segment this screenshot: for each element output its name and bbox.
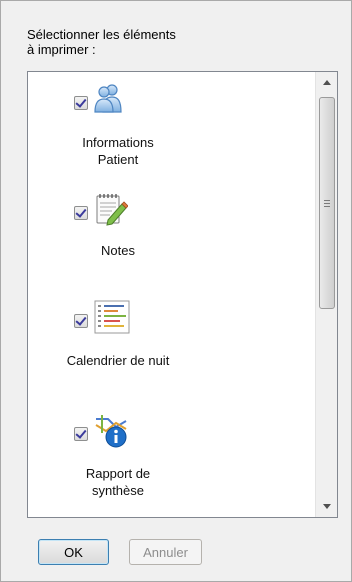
list-item-informations-patient[interactable]: Informations Patient bbox=[28, 82, 208, 174]
patient-icon bbox=[92, 82, 124, 117]
report-icon bbox=[94, 413, 130, 452]
chevron-down-icon bbox=[322, 504, 331, 509]
selection-prompt: Sélectionner les éléments à imprimer : bbox=[27, 27, 176, 57]
print-selection-dialog: Sélectionner les éléments à imprimer : I… bbox=[0, 0, 352, 582]
cancel-button[interactable]: Annuler bbox=[129, 539, 202, 565]
label-rapport-de-synthese: Rapport de synthèse bbox=[85, 466, 151, 498]
checkbox-informations-patient[interactable] bbox=[74, 96, 88, 110]
checkbox-notes[interactable] bbox=[74, 206, 88, 220]
checkbox-rapport-de-synthese[interactable] bbox=[74, 427, 88, 441]
calendar-list-icon bbox=[94, 300, 130, 337]
label-informations-patient: Informations Patient bbox=[82, 135, 154, 167]
scroll-down-button[interactable] bbox=[316, 496, 337, 517]
list-item-rapport-de-synthese[interactable]: Rapport de synthèse bbox=[28, 413, 208, 503]
print-items-list[interactable]: Informations Patient Notes Calendrier de… bbox=[27, 71, 338, 518]
scrollbar-grip bbox=[324, 203, 330, 204]
list-item-notes[interactable]: Notes bbox=[28, 192, 208, 262]
label-notes: Notes bbox=[101, 243, 135, 258]
checkbox-calendrier-de-nuit[interactable] bbox=[74, 314, 88, 328]
chevron-up-icon bbox=[322, 80, 331, 85]
vertical-scrollbar[interactable] bbox=[315, 72, 337, 517]
list-item-calendrier-de-nuit[interactable]: Calendrier de nuit bbox=[28, 300, 208, 375]
notes-icon bbox=[94, 192, 129, 229]
scrollbar-grip bbox=[324, 200, 330, 201]
ok-button[interactable]: OK bbox=[38, 539, 109, 565]
label-calendrier-de-nuit: Calendrier de nuit bbox=[66, 353, 170, 368]
scroll-up-button[interactable] bbox=[316, 72, 337, 93]
scrollbar-thumb[interactable] bbox=[319, 97, 335, 309]
scrollbar-grip bbox=[324, 206, 330, 207]
